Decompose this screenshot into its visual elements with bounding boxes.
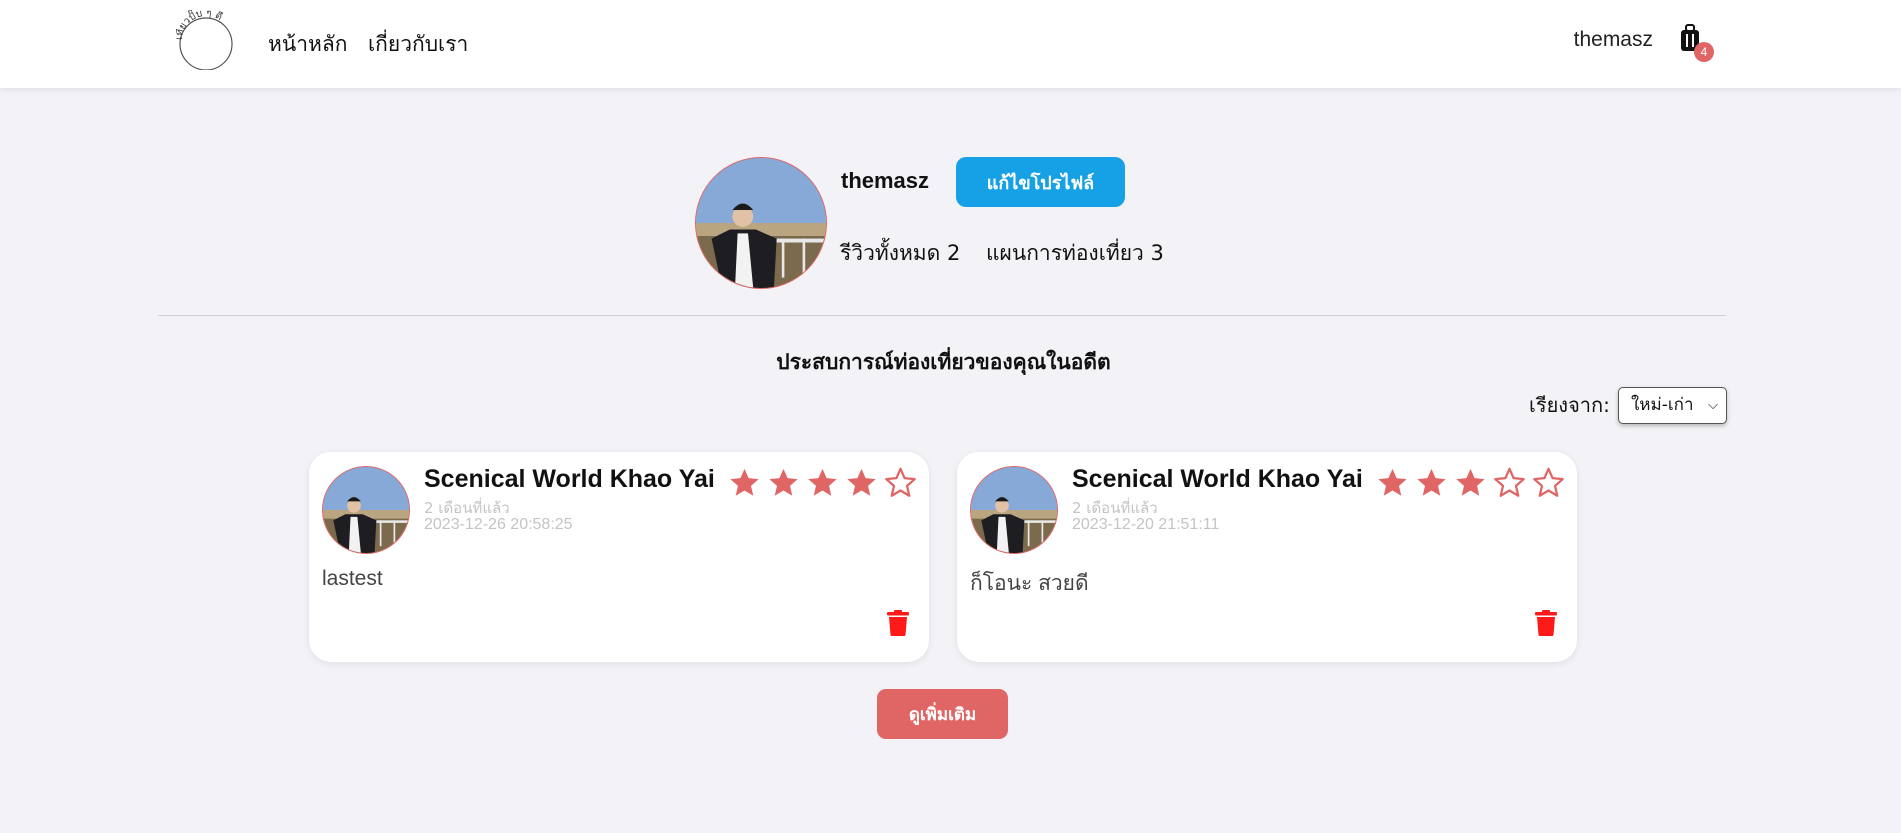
star-empty-icon [885, 467, 916, 497]
avatar-photo [971, 467, 1057, 553]
chevron-down-icon: ⌵ [1708, 398, 1718, 413]
star-filled-icon [769, 468, 798, 496]
star-rating [725, 466, 920, 500]
divider [158, 315, 1726, 316]
star-filled-icon [1417, 468, 1446, 496]
review-place-name[interactable]: Scenical World Khao Yai [424, 465, 715, 494]
star-filled-icon [1456, 468, 1485, 496]
sort-label: เรียงจาก: [1529, 393, 1610, 417]
nav-link-home[interactable]: หน้าหลัก [268, 28, 347, 61]
review-place-name[interactable]: Scenical World Khao Yai [1072, 465, 1363, 494]
nav-link-about[interactable]: เกี่ยวกับเรา [368, 28, 468, 61]
logo-icon: เที่ยวปั๊บ ๆ ดี [171, 8, 233, 71]
review-card: Scenical World Khao Yai 2 เดือนที่แล้ว 2… [957, 452, 1577, 662]
reviews-count: รีวิวทั้งหมด 2 [840, 241, 961, 265]
avatar-photo [323, 467, 409, 553]
nav-username[interactable]: themasz [1574, 28, 1653, 52]
star-filled-icon [808, 468, 837, 496]
logo[interactable]: เที่ยวปั๊บ ๆ ดี [171, 8, 236, 71]
trash-icon[interactable] [887, 610, 909, 636]
cart-count-badge: 4 [1694, 42, 1714, 62]
review-avatar [970, 466, 1058, 554]
plans-count: แผนการท่องเที่ยว 3 [986, 241, 1164, 265]
cart-button[interactable]: 4 [1678, 24, 1718, 64]
avatar-photo [696, 158, 826, 288]
logo-text: เที่ยวปั๊บ ๆ ดี [171, 8, 224, 41]
profile-avatar [695, 157, 827, 289]
star-filled-icon [730, 468, 759, 496]
star-filled-icon [1378, 468, 1407, 496]
review-text: ก็โอนะ สวยดี [970, 572, 1089, 595]
star-filled-icon [847, 468, 876, 496]
trash-icon[interactable] [1535, 610, 1557, 636]
review-text: lastest [322, 567, 383, 590]
star-empty-icon [1494, 467, 1525, 497]
review-date: 2023-12-20 21:51:11 [1072, 516, 1220, 533]
see-more-button[interactable]: ดูเพิ่มเติม [877, 689, 1008, 739]
sort-select-value: ใหม่-เก่า [1631, 395, 1694, 415]
section-title: ประสบการณ์ท่องเที่ยวของคุณในอดีต [776, 350, 1111, 374]
profile-name: themasz [841, 168, 930, 193]
star-rating [1373, 466, 1568, 500]
navbar: เที่ยวปั๊บ ๆ ดี หน้าหลัก เกี่ยวกับเรา th… [0, 0, 1901, 88]
edit-profile-button[interactable]: แก้ไขโปรไฟล์ [956, 157, 1125, 207]
star-empty-icon [1533, 467, 1564, 497]
review-date: 2023-12-26 20:58:25 [424, 516, 573, 533]
sort-select[interactable]: ใหม่-เก่า ⌵ [1618, 387, 1727, 424]
svg-text:เที่ยวปั๊บ ๆ ดี: เที่ยวปั๊บ ๆ ดี [176, 10, 224, 40]
review-card: Scenical World Khao Yai 2 เดือนที่แล้ว 2… [309, 452, 929, 662]
review-avatar [322, 466, 410, 554]
